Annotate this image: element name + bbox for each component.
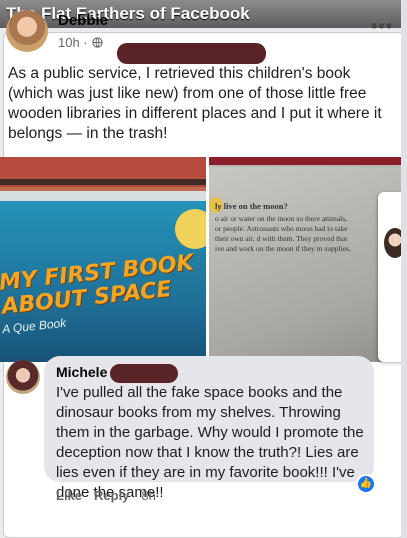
page-heading: ly live on the moon? — [215, 201, 288, 211]
like-badge-icon[interactable]: 👍 — [356, 474, 376, 494]
globe-icon — [92, 37, 103, 48]
page-text: ly live on the moon? o air or water on t… — [215, 201, 355, 254]
commenter-avatar[interactable] — [6, 360, 40, 394]
book-cover: MY FIRST BOOK ABOUT SPACE A Que Book — [0, 201, 206, 362]
like-button[interactable]: Like — [56, 488, 82, 503]
scrollbar[interactable] — [401, 0, 407, 538]
photo-book-cover[interactable]: MY FIRST BOOK ABOUT SPACE A Que Book — [0, 157, 206, 362]
reply-button[interactable]: Reply — [94, 488, 129, 503]
redacted-surname — [117, 43, 266, 64]
photo-book-page[interactable]: ly live on the moon? o air or water on t… — [209, 157, 401, 362]
comment-text: I've pulled all the fake space books and… — [56, 384, 364, 501]
comment-author-name[interactable]: Michele — [56, 364, 107, 380]
post-meta: 10h · — [58, 35, 103, 50]
redacted-commenter-surname — [110, 364, 178, 383]
comment-time[interactable]: 8h — [141, 488, 155, 503]
book-corner-art — [175, 209, 206, 249]
page-body: o air or water on the moon so there anim… — [215, 214, 351, 253]
post-author-name[interactable]: Debbie — [58, 12, 108, 29]
author-avatar[interactable] — [6, 10, 48, 52]
post-time[interactable]: 10h · — [58, 35, 88, 50]
comment-actions: Like Reply 8h — [56, 488, 156, 503]
book-page: ly live on the moon? o air or water on t… — [209, 167, 401, 362]
more-icon[interactable]: ••• — [371, 16, 393, 37]
post-text: As a public service, I retrieved this ch… — [8, 65, 382, 142]
book-title: MY FIRST BOOK ABOUT SPACE — [0, 250, 195, 320]
